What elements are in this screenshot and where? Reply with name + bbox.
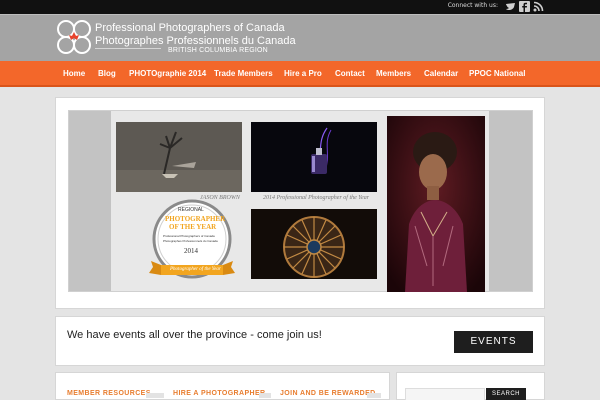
badge-year: 2014 <box>184 247 198 255</box>
nav-contact[interactable]: Contact <box>335 69 365 78</box>
main-nav: Home Blog PHOTOgraphie 2014 Trade Member… <box>0 61 600 87</box>
nav-ppoc-national[interactable]: PPOC National <box>469 69 525 78</box>
events-button[interactable]: EVENTS <box>454 331 533 353</box>
nav-blog[interactable]: Blog <box>98 69 116 78</box>
badge-org-english: Professional Photographers of Canada <box>163 234 215 238</box>
connect-label: Connect with us: <box>447 2 498 9</box>
ppoc-logo-icon <box>57 20 91 54</box>
search-box: SEARCH <box>396 372 545 400</box>
photo-dome-tile[interactable] <box>251 209 377 279</box>
search-button[interactable]: SEARCH <box>486 388 526 400</box>
org-name-french: Photographes Professionnels du Canada <box>95 35 296 47</box>
badge-regional: REGIONAL <box>178 207 204 213</box>
top-bar: Connect with us: <box>0 0 600 14</box>
photo-tree-tile[interactable] <box>116 122 242 192</box>
badge-org-french: Photographes Professionnels du Canada <box>163 239 218 243</box>
heading-member-resources[interactable]: MEMBER RESOURCES <box>67 390 151 397</box>
badge-ribbon-text: Photographer of the Year <box>170 267 221 272</box>
events-text: We have events all over the province - c… <box>67 329 322 341</box>
badge-title-line2: OF THE YEAR <box>169 223 217 231</box>
heading-hire-a-photographer[interactable]: HIRE A PHOTOGRAPHER <box>173 390 266 397</box>
nav-calendar[interactable]: Calendar <box>424 69 458 78</box>
photo-portrait-tile[interactable] <box>387 116 485 292</box>
portrait-photo-image <box>387 116 485 292</box>
nav-hire-a-pro[interactable]: Hire a Pro <box>284 69 322 78</box>
caption-award: 2014 Professional Photographer of the Ye… <box>263 195 370 201</box>
heading-rule-3 <box>367 393 381 398</box>
org-name-english: Professional Photographers of Canada <box>95 22 285 34</box>
nav-photographie-2014[interactable]: PHOTOgraphie 2014 <box>129 69 206 78</box>
site-header: Professional Photographers of Canada Pho… <box>0 14 600 61</box>
tree-photo-image <box>116 122 242 192</box>
facebook-icon[interactable] <box>519 1 530 12</box>
nav-members[interactable]: Members <box>376 69 411 78</box>
region-name: BRITISH COLUMBIA REGION <box>168 47 268 54</box>
bottle-photo-image <box>251 122 377 192</box>
gallery-side-left <box>69 111 111 291</box>
award-badge[interactable]: REGIONAL PHOTOGRAPHER OF THE YEAR Profes… <box>137 195 247 290</box>
heading-rule-1 <box>146 393 164 398</box>
events-banner: We have events all over the province - c… <box>55 316 545 366</box>
logo-divider <box>95 48 161 49</box>
photo-bottle-tile[interactable] <box>251 122 377 192</box>
twitter-icon[interactable] <box>505 1 516 12</box>
heading-rule-2 <box>259 393 271 398</box>
bottom-sections: MEMBER RESOURCES HIRE A PHOTOGRAPHER JOI… <box>55 372 390 400</box>
gallery-side-right <box>489 111 532 291</box>
badge-title-line1: PHOTOGRAPHER <box>165 215 226 223</box>
nav-trade-members[interactable]: Trade Members <box>214 69 273 78</box>
featured-panel: JASON BROWN 2014 Professional Photograph… <box>55 97 545 309</box>
rss-icon[interactable] <box>533 1 544 12</box>
dome-photo-image <box>251 209 377 279</box>
nav-home[interactable]: Home <box>63 69 85 78</box>
photo-gallery: JASON BROWN 2014 Professional Photograph… <box>68 110 533 292</box>
heading-join-and-be-rewarded[interactable]: JOIN AND BE REWARDED <box>280 390 376 397</box>
search-input[interactable] <box>405 388 485 400</box>
site-logo[interactable]: Professional Photographers of Canada Pho… <box>55 18 296 58</box>
